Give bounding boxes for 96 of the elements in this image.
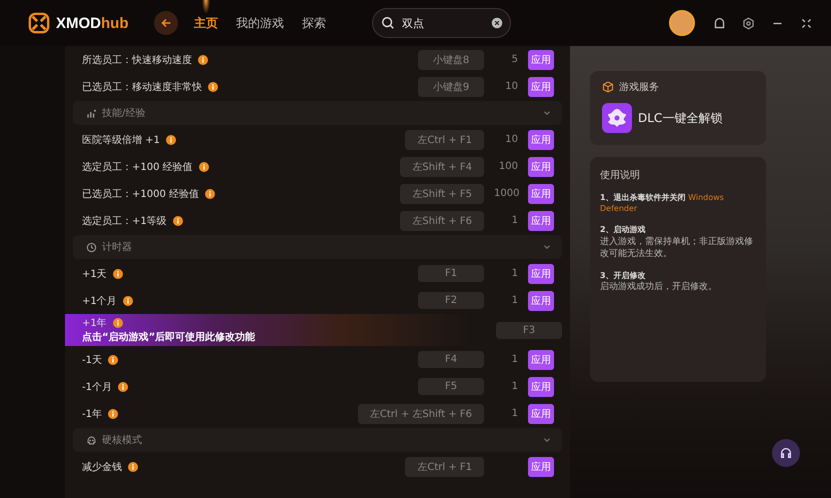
info-icon[interactable] <box>172 216 183 226</box>
apply-button[interactable]: 应用 <box>528 184 554 204</box>
apply-button[interactable]: 应用 <box>528 130 554 150</box>
arrow-icon <box>159 16 173 30</box>
clock-icon <box>86 242 97 252</box>
hotkey-chip[interactable]: 左Ctrl + F1 <box>405 130 484 150</box>
cheat-label: 减少金钱 <box>82 460 122 474</box>
card-title: 使用说明 <box>600 169 641 182</box>
step-title: 1、退出杀毒软件并关闭 Windows Defender <box>600 192 725 214</box>
cheat-label: -1个月 <box>82 380 112 394</box>
bar-chart-icon <box>86 108 97 118</box>
info-icon[interactable] <box>166 134 176 144</box>
section-title: 技能/经验 <box>102 106 146 120</box>
info-icon[interactable] <box>108 354 118 364</box>
hotkey-chip[interactable]: F5 <box>418 378 484 395</box>
hotkey-chip[interactable]: F1 <box>418 265 484 282</box>
cheat-label: 已选员工：移动速度非常快 <box>82 80 202 94</box>
hotkey-chip[interactable]: F4 <box>418 351 484 368</box>
step-title: 2、启动游戏 <box>600 224 647 236</box>
dlc-unlock-item[interactable]: DLC一键全解锁 <box>602 103 756 133</box>
cheat-label: 已选员工：+1000 经验值 <box>82 188 200 200</box>
hotkey-chip[interactable]: 左Ctrl + 左Shift + F6 <box>358 404 484 424</box>
section-title: 计时器 <box>102 240 132 254</box>
cheat-label: -1天 <box>82 354 102 366</box>
hotkey-chip[interactable]: 小键盘8 <box>418 50 484 70</box>
card-title: 游戏服务 <box>619 80 659 94</box>
section-header[interactable]: 技能/经验 <box>73 101 562 125</box>
info-icon[interactable] <box>198 54 208 64</box>
nav-tab[interactable]: 我的游戏 <box>228 0 292 46</box>
hotkey-chip[interactable]: 左Ctrl + F1 <box>405 456 484 476</box>
hotkey-chip[interactable]: 左Shift + F4 <box>400 156 484 176</box>
section-title: 硬核模式 <box>102 434 142 447</box>
info-icon[interactable] <box>128 462 138 472</box>
hint-text: 点击“启动游戏”后即可使用此修改功能 <box>82 330 256 344</box>
count-text: 10 <box>504 134 518 145</box>
step-text: 进入游戏，需保持单机；非正版游戏修改可能无法生效。 <box>600 236 754 260</box>
section-header[interactable]: 计时器 <box>73 235 562 259</box>
info-icon[interactable] <box>112 318 123 328</box>
cheat-label: 选定员工：+1等级 <box>82 214 167 228</box>
count-text: 1 <box>510 295 518 306</box>
apply-button[interactable]: 应用 <box>528 404 554 424</box>
logo-text: XMODhub <box>56 14 128 32</box>
apply-button[interactable]: 应用 <box>528 456 554 476</box>
cheat-label: +1年 <box>82 317 107 330</box>
apply-button[interactable]: 应用 <box>528 376 554 396</box>
apply-button[interactable]: 应用 <box>528 50 554 70</box>
count-text: 1000 <box>494 188 518 199</box>
package-icon <box>602 81 614 93</box>
search-field[interactable]: 双点 <box>372 8 511 38</box>
hotkey-chip[interactable]: F3 <box>496 322 562 338</box>
apply-button[interactable]: 应用 <box>528 264 554 284</box>
hotkey-chip[interactable]: 小键盘9 <box>418 76 484 96</box>
count-text: 1 <box>510 381 518 392</box>
clear-icon[interactable] <box>491 17 503 29</box>
maximize-icon[interactable] <box>800 16 813 30</box>
apply-button[interactable]: 应用 <box>528 350 554 370</box>
hotkey-chip[interactable]: F2 <box>418 292 484 309</box>
info-icon[interactable] <box>198 162 209 172</box>
step-title: 3、开启修改 <box>600 270 647 282</box>
nav-tab[interactable]: 探索 <box>294 0 334 46</box>
cheat-label: +1天 <box>82 268 107 280</box>
info-icon[interactable] <box>112 268 123 278</box>
hotkey-chip[interactable]: 左Shift + F6 <box>400 210 484 230</box>
info-icon[interactable] <box>118 382 128 392</box>
apply-button[interactable]: 应用 <box>528 210 554 230</box>
info-icon[interactable] <box>208 82 218 92</box>
settings-icon[interactable] <box>742 16 755 30</box>
cheat-label: +1个月 <box>82 294 117 308</box>
count-text: 1 <box>510 268 518 279</box>
step-text: 启动游戏成功后，开启修改。 <box>600 281 718 294</box>
count-text: 100 <box>498 161 518 172</box>
logo-icon <box>28 12 50 34</box>
cheat-label: 所选员工：快速移动速度 <box>82 54 192 66</box>
info-icon[interactable] <box>108 408 118 418</box>
count-text: 10 <box>504 81 518 92</box>
headset-button[interactable] <box>772 439 800 467</box>
info-icon[interactable] <box>205 188 216 198</box>
count-text: 1 <box>510 215 518 226</box>
skull-icon <box>86 434 97 446</box>
apply-button[interactable]: 应用 <box>528 76 554 96</box>
count-text: 1 <box>510 408 518 419</box>
headset-icon <box>779 446 793 460</box>
back-button[interactable] <box>154 11 178 35</box>
cheat-label: 选定员工：+100 经验值 <box>82 160 193 174</box>
cheat-label: 医院等级倍增 +1 <box>82 134 160 146</box>
notification-icon[interactable] <box>713 16 726 30</box>
apply-button[interactable]: 应用 <box>528 156 554 176</box>
hotkey-chip[interactable]: 左Shift + F5 <box>400 184 484 204</box>
info-icon[interactable] <box>122 296 133 306</box>
count-text: 5 <box>510 54 518 65</box>
apply-button[interactable]: 应用 <box>528 290 554 310</box>
cheat-label: -1年 <box>82 408 102 420</box>
flower-icon <box>602 103 632 133</box>
section-header[interactable]: 硬核模式 <box>73 428 562 452</box>
count-text: 1 <box>510 354 518 365</box>
avatar[interactable] <box>669 10 695 36</box>
